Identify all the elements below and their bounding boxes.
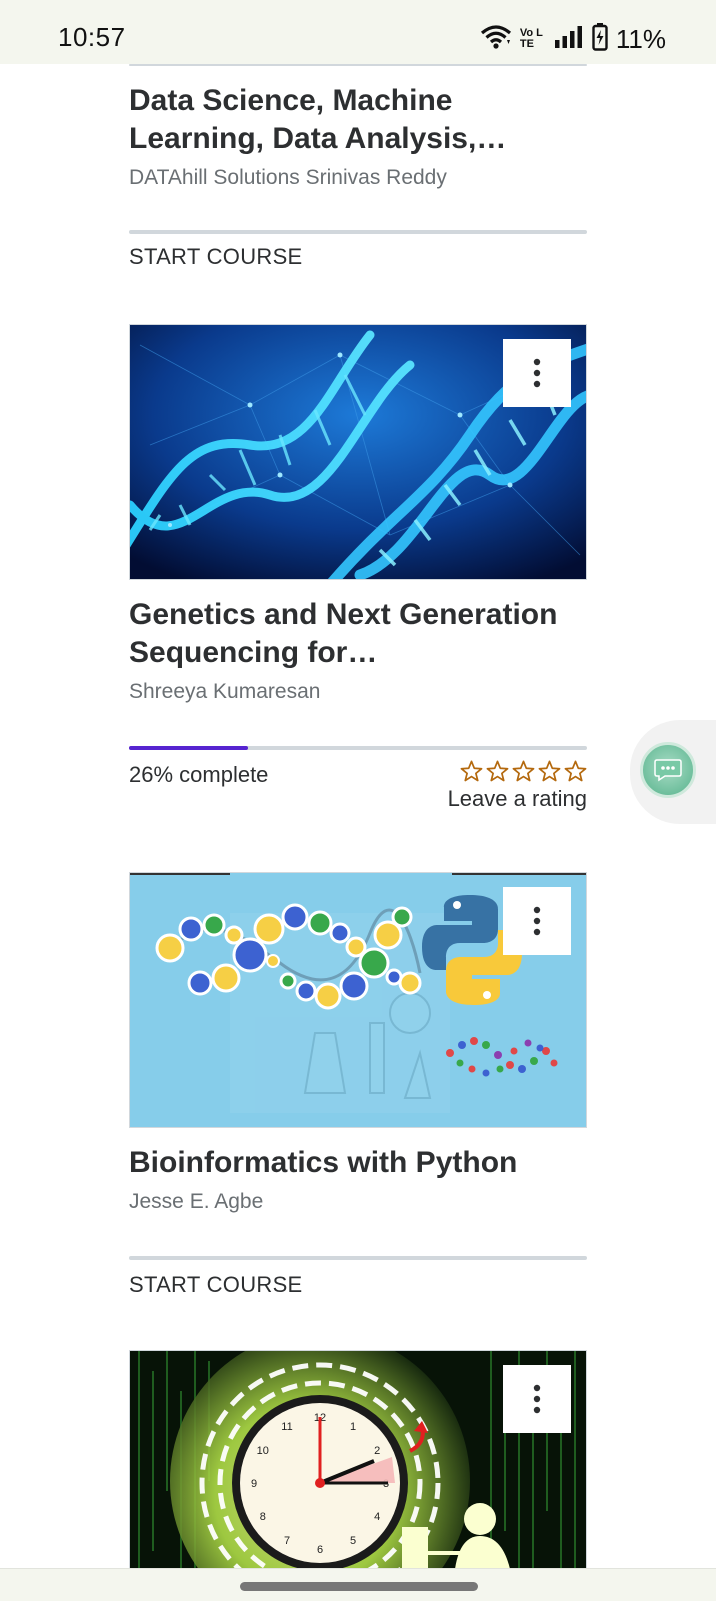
progress-fill bbox=[129, 746, 249, 750]
clock-number: 11 bbox=[281, 1421, 292, 1433]
progress-track bbox=[129, 230, 587, 234]
system-navigation-bar bbox=[0, 1568, 716, 1601]
course-progress-row: 26% complete Leave a rating bbox=[129, 760, 587, 812]
course-title[interactable]: Data Science, Machine Learning, Data Ana… bbox=[129, 82, 587, 158]
rating-block[interactable]: Leave a rating bbox=[448, 760, 587, 812]
wifi-icon bbox=[480, 24, 512, 55]
course-title[interactable]: Bioinformatics with Python bbox=[129, 1144, 587, 1182]
star-outline-icon[interactable] bbox=[564, 760, 587, 782]
course-card[interactable]: Data Science, Machine Learning, Data Ana… bbox=[129, 64, 587, 190]
status-icons: Vo LTE 11% bbox=[480, 22, 666, 56]
more-vertical-icon bbox=[533, 358, 541, 388]
course-menu-button[interactable] bbox=[503, 1365, 571, 1433]
battery-icon bbox=[592, 22, 608, 56]
clock-number: 5 bbox=[350, 1535, 356, 1547]
star-outline-icon[interactable] bbox=[512, 760, 535, 782]
battery-percent: 11% bbox=[615, 23, 666, 54]
star-outline-icon[interactable] bbox=[538, 760, 561, 782]
course-author: Jesse E. Agbe bbox=[129, 1190, 264, 1213]
progress-text: 26% complete bbox=[129, 762, 269, 787]
status-bar: 10:57 Vo LTE 11% bbox=[0, 0, 716, 64]
course-title-line: Sequencing for… bbox=[129, 636, 378, 669]
clock-number: 1 bbox=[350, 1421, 356, 1433]
start-course-button[interactable]: START COURSE bbox=[129, 244, 587, 270]
clock-number: 10 bbox=[257, 1445, 269, 1457]
course-progress bbox=[129, 746, 587, 750]
star-outline-icon[interactable] bbox=[460, 760, 483, 782]
course-thumbnail-dna[interactable] bbox=[129, 324, 587, 580]
course-title-line: Learning, Data Analysis,… bbox=[129, 122, 507, 155]
clock-number: 7 bbox=[284, 1535, 290, 1547]
chat-bubble-icon bbox=[654, 759, 682, 782]
rating-stars[interactable] bbox=[448, 760, 587, 782]
clock-number: 9 bbox=[251, 1478, 257, 1490]
home-gesture-handle[interactable] bbox=[240, 1582, 478, 1591]
course-title-line: Genetics and Next Generation bbox=[129, 598, 558, 631]
status-time: 10:57 bbox=[58, 22, 126, 52]
volte-icon: Vo LTE bbox=[520, 28, 546, 50]
course-progress-divider bbox=[129, 230, 587, 234]
clock-number: 4 bbox=[374, 1511, 380, 1523]
course-author: DATAhill Solutions Srinivas Reddy bbox=[129, 166, 447, 189]
course-card[interactable]: Genetics and Next Generation Sequencing … bbox=[129, 596, 587, 704]
star-outline-icon[interactable] bbox=[486, 760, 509, 782]
thumbnail-bottom-edge bbox=[129, 64, 587, 66]
course-menu-button[interactable] bbox=[503, 887, 571, 955]
course-title[interactable]: Genetics and Next Generation Sequencing … bbox=[129, 596, 587, 672]
course-menu-button[interactable] bbox=[503, 339, 571, 407]
course-thumbnail-clock[interactable]: 121234567891011 bbox=[129, 1350, 587, 1568]
course-author: Shreeya Kumaresan bbox=[129, 680, 321, 703]
course-title-line: Data Science, Machine bbox=[129, 84, 453, 117]
start-course-button[interactable]: START COURSE bbox=[129, 1272, 587, 1298]
clock-number: 2 bbox=[374, 1445, 380, 1457]
progress-track bbox=[129, 746, 587, 750]
volte-label: Vo LTE bbox=[519, 27, 543, 50]
progress-track bbox=[129, 1256, 587, 1260]
clock-number: 8 bbox=[260, 1511, 266, 1523]
floating-assistant[interactable] bbox=[630, 720, 716, 824]
chat-bubble-button[interactable] bbox=[640, 742, 696, 798]
course-card[interactable]: Bioinformatics with Python Jesse E. Agbe bbox=[129, 1144, 587, 1214]
more-vertical-icon bbox=[533, 906, 541, 936]
more-vertical-icon bbox=[533, 1384, 541, 1414]
clock-number: 6 bbox=[317, 1544, 323, 1556]
signal-icon bbox=[554, 25, 584, 53]
course-thumbnail-python[interactable] bbox=[129, 872, 587, 1128]
leave-rating-link[interactable]: Leave a rating bbox=[448, 786, 587, 812]
course-progress-divider bbox=[129, 1256, 587, 1260]
